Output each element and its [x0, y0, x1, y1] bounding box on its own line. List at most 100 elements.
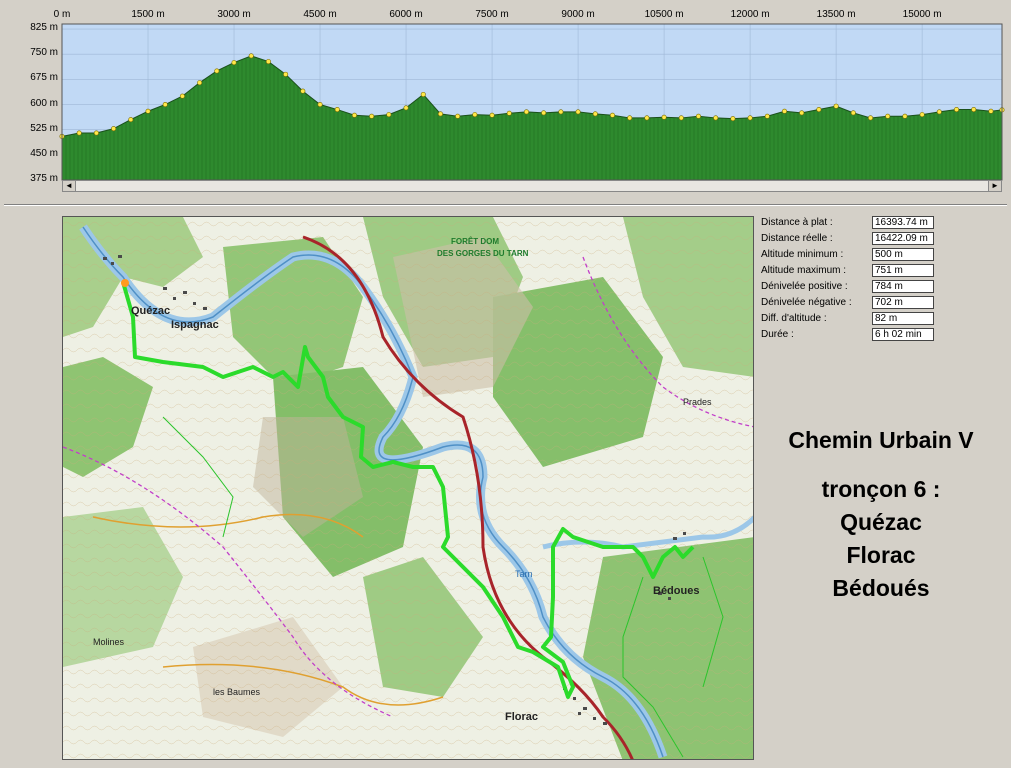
- x-tick-label: 6000 m: [389, 9, 423, 20]
- map-label-baumes: les Baumes: [213, 687, 261, 697]
- map-label-quezac: Quézac: [131, 305, 171, 317]
- stat-label: Diff. d'altitude :: [761, 313, 827, 324]
- map-canvas: [63, 217, 753, 759]
- stat-value: 784 m: [872, 280, 934, 293]
- route-stop-2: Florac: [846, 542, 916, 568]
- x-tick-label: 7500 m: [475, 9, 509, 20]
- route-title-block: Chemin Urbain V tronçon 6 : Quézac Flora…: [758, 424, 1004, 605]
- elevation-point: [197, 80, 203, 86]
- elevation-point: [592, 111, 598, 117]
- stat-value: 751 m: [872, 264, 934, 277]
- elevation-point: [523, 109, 529, 115]
- x-tick-label: 3000 m: [217, 9, 251, 20]
- elevation-point: [816, 107, 822, 113]
- elevation-point: [334, 107, 340, 113]
- elevation-chart: [59, 23, 1005, 181]
- x-tick-label: 15000 m: [902, 9, 942, 20]
- elevation-point: [437, 111, 443, 117]
- elevation-point: [506, 110, 512, 116]
- route-stop-1: Quézac: [840, 509, 922, 535]
- elevation-point: [954, 107, 960, 113]
- y-tick-label: 675 m: [30, 72, 58, 84]
- elevation-point: [695, 113, 701, 119]
- y-tick-label: 600 m: [30, 97, 58, 109]
- elevation-point: [265, 59, 271, 65]
- x-tick-label: 0 m: [53, 9, 71, 20]
- map-label-ispagnac: Ispagnac: [171, 319, 219, 331]
- elevation-point: [128, 117, 134, 123]
- elevation-point: [678, 115, 684, 121]
- elevation-point: [609, 112, 615, 118]
- stat-row: Diff. d'altitude : 82 m: [758, 312, 938, 326]
- x-tick-label: 9000 m: [561, 9, 595, 20]
- elevation-point: [231, 60, 237, 66]
- elevation-point: [541, 110, 547, 116]
- route-stop-3: Bédoués: [832, 575, 930, 601]
- elevation-point: [833, 103, 839, 109]
- elevation-point: [730, 116, 736, 122]
- x-tick-label: 4500 m: [303, 9, 337, 20]
- y-tick-label: 375 m: [30, 173, 58, 184]
- stat-row: Dénivelée positive : 784 m: [758, 280, 938, 294]
- elevation-point: [764, 113, 770, 119]
- stat-row: Altitude minimum : 500 m: [758, 248, 938, 262]
- elevation-point: [386, 112, 392, 118]
- elevation-point: [575, 109, 581, 115]
- y-tick-label: 825 m: [30, 22, 58, 34]
- stat-label: Dénivelée positive :: [761, 281, 848, 292]
- elevation-point: [93, 130, 99, 136]
- elevation-point: [179, 93, 185, 99]
- elevation-point: [661, 114, 667, 120]
- panel-divider[interactable]: [4, 204, 1007, 206]
- map-label-gorges: DES GORGES DU TARN: [437, 249, 529, 258]
- stat-label: Dénivelée négative :: [761, 297, 852, 308]
- map-label-molines: Molines: [93, 637, 125, 647]
- elevation-point: [351, 112, 357, 118]
- scroll-left-button[interactable]: ◄: [63, 181, 76, 191]
- elevation-point: [971, 107, 977, 113]
- scroll-right-button[interactable]: ►: [988, 181, 1001, 191]
- stat-value: 702 m: [872, 296, 934, 309]
- stat-label: Altitude minimum :: [761, 249, 844, 260]
- elevation-point: [885, 113, 891, 119]
- elevation-point: [489, 112, 495, 118]
- elevation-point: [988, 108, 994, 114]
- stat-value: 500 m: [872, 248, 934, 261]
- elevation-point: [558, 109, 564, 115]
- elevation-point: [283, 71, 289, 77]
- elevation-point: [850, 110, 856, 116]
- y-tick-label: 750 m: [30, 47, 58, 59]
- map-label-bedoues: Bédoues: [653, 585, 700, 597]
- map-label-tarn: Tarn: [515, 569, 533, 579]
- elevation-point: [799, 110, 805, 116]
- elevation-point: [145, 108, 151, 114]
- stat-value: 82 m: [872, 312, 934, 325]
- stat-label: Altitude maximum :: [761, 265, 847, 276]
- topographic-map[interactable]: Quézac Ispagnac Florac Bédoues FORÊT DOM…: [62, 216, 754, 760]
- stat-value: 16422.09 m: [872, 232, 934, 245]
- stat-row: Durée : 6 h 02 min: [758, 328, 938, 342]
- x-tick-label: 1500 m: [131, 9, 165, 20]
- elevation-profile-panel: 0 m 1500 m 3000 m 4500 m 6000 m 7500 m 9000 m 1…: [0, 0, 1011, 200]
- elevation-point: [868, 115, 874, 121]
- elevation-point: [248, 53, 254, 59]
- elevation-point: [713, 115, 719, 121]
- stat-label: Distance réelle :: [761, 233, 833, 244]
- elevation-point: [317, 102, 323, 108]
- elevation-point: [162, 102, 168, 108]
- stat-row: Altitude maximum : 751 m: [758, 264, 938, 278]
- stat-value: 6 h 02 min: [872, 328, 934, 341]
- stat-row: Dénivelée négative : 702 m: [758, 296, 938, 310]
- elevation-point: [936, 109, 942, 115]
- elevation-point: [300, 88, 306, 94]
- elevation-point: [111, 126, 117, 132]
- horizontal-scrollbar[interactable]: ◄ ►: [62, 180, 1002, 192]
- elevation-point: [627, 115, 633, 121]
- y-tick-label: 525 m: [30, 122, 58, 134]
- elevation-point: [76, 130, 82, 136]
- map-label-prades: Prades: [683, 397, 712, 407]
- elevation-point: [420, 91, 426, 97]
- route-section: tronçon 6 :: [821, 476, 941, 502]
- stat-row: Distance à plat : 16393.74 m: [758, 216, 938, 230]
- y-tick-label: 450 m: [30, 147, 58, 159]
